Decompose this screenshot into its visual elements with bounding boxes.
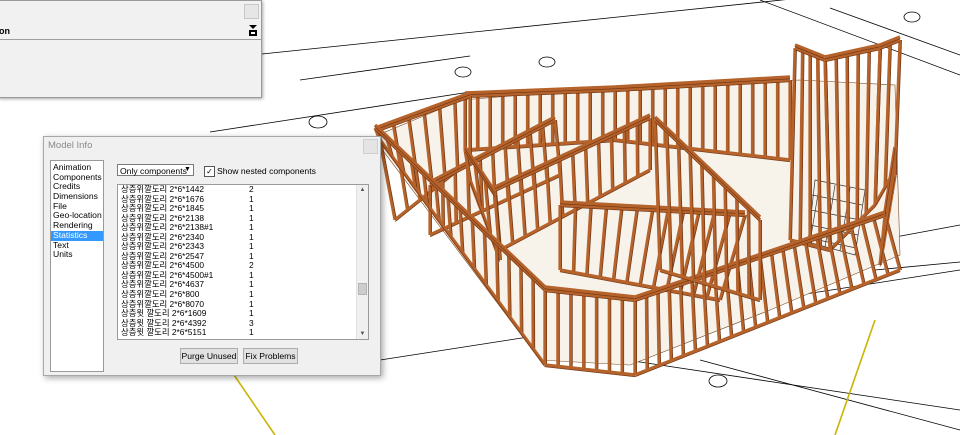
statistics-list[interactable]: 상층위깔도리 2*6*1442 2 상층위깔도리 2*6*1676 1 상층위깔도리 2… xyxy=(117,184,369,340)
dialog-close-button[interactable] xyxy=(363,139,378,154)
statistics-filter-value: Only components xyxy=(120,166,187,176)
show-nested-checkbox[interactable]: ✓ xyxy=(204,166,215,177)
scrollbar-thumb[interactable] xyxy=(358,283,367,295)
tray-panel-header[interactable]: on xyxy=(0,23,261,40)
dropdown-arrow-icon: ▼ xyxy=(184,166,191,173)
framing-model[interactable] xyxy=(373,35,902,378)
model-info-dialog: Model Info Animation Components Credits Dim… xyxy=(43,136,381,376)
tray-close-button[interactable] xyxy=(244,4,259,19)
statistics-row[interactable]: 상층윗 깔도리 2*6*5151 1 xyxy=(118,328,368,338)
fix-problems-button[interactable]: Fix Problems xyxy=(243,348,298,364)
statistics-filter-select[interactable]: Only components ▼ xyxy=(117,164,194,176)
axis-line xyxy=(834,319,876,435)
scroll-down-arrow-icon[interactable]: ▼ xyxy=(357,329,368,339)
component-count: 1 xyxy=(249,327,254,338)
nav-item-units[interactable]: Units xyxy=(51,249,103,260)
tray-panel-title: on xyxy=(0,26,10,36)
entity-info-tray: on xyxy=(0,0,262,98)
tray-panel-body xyxy=(0,40,261,97)
axis-line xyxy=(231,371,276,435)
purge-unused-button[interactable]: Purge Unused xyxy=(180,348,238,364)
show-nested-label: Show nested components xyxy=(217,166,316,176)
dialog-title: Model Info xyxy=(48,140,93,151)
model-info-nav-list: Animation Components Credits Dimensions File… xyxy=(50,160,104,372)
scroll-up-arrow-icon[interactable]: ▲ xyxy=(357,185,368,195)
statistics-scrollbar[interactable]: ▲ ▼ xyxy=(356,185,368,339)
tray-pin-icon[interactable] xyxy=(248,24,258,37)
component-name: 상층윗 깔도리 2*6*5151 xyxy=(121,327,207,338)
